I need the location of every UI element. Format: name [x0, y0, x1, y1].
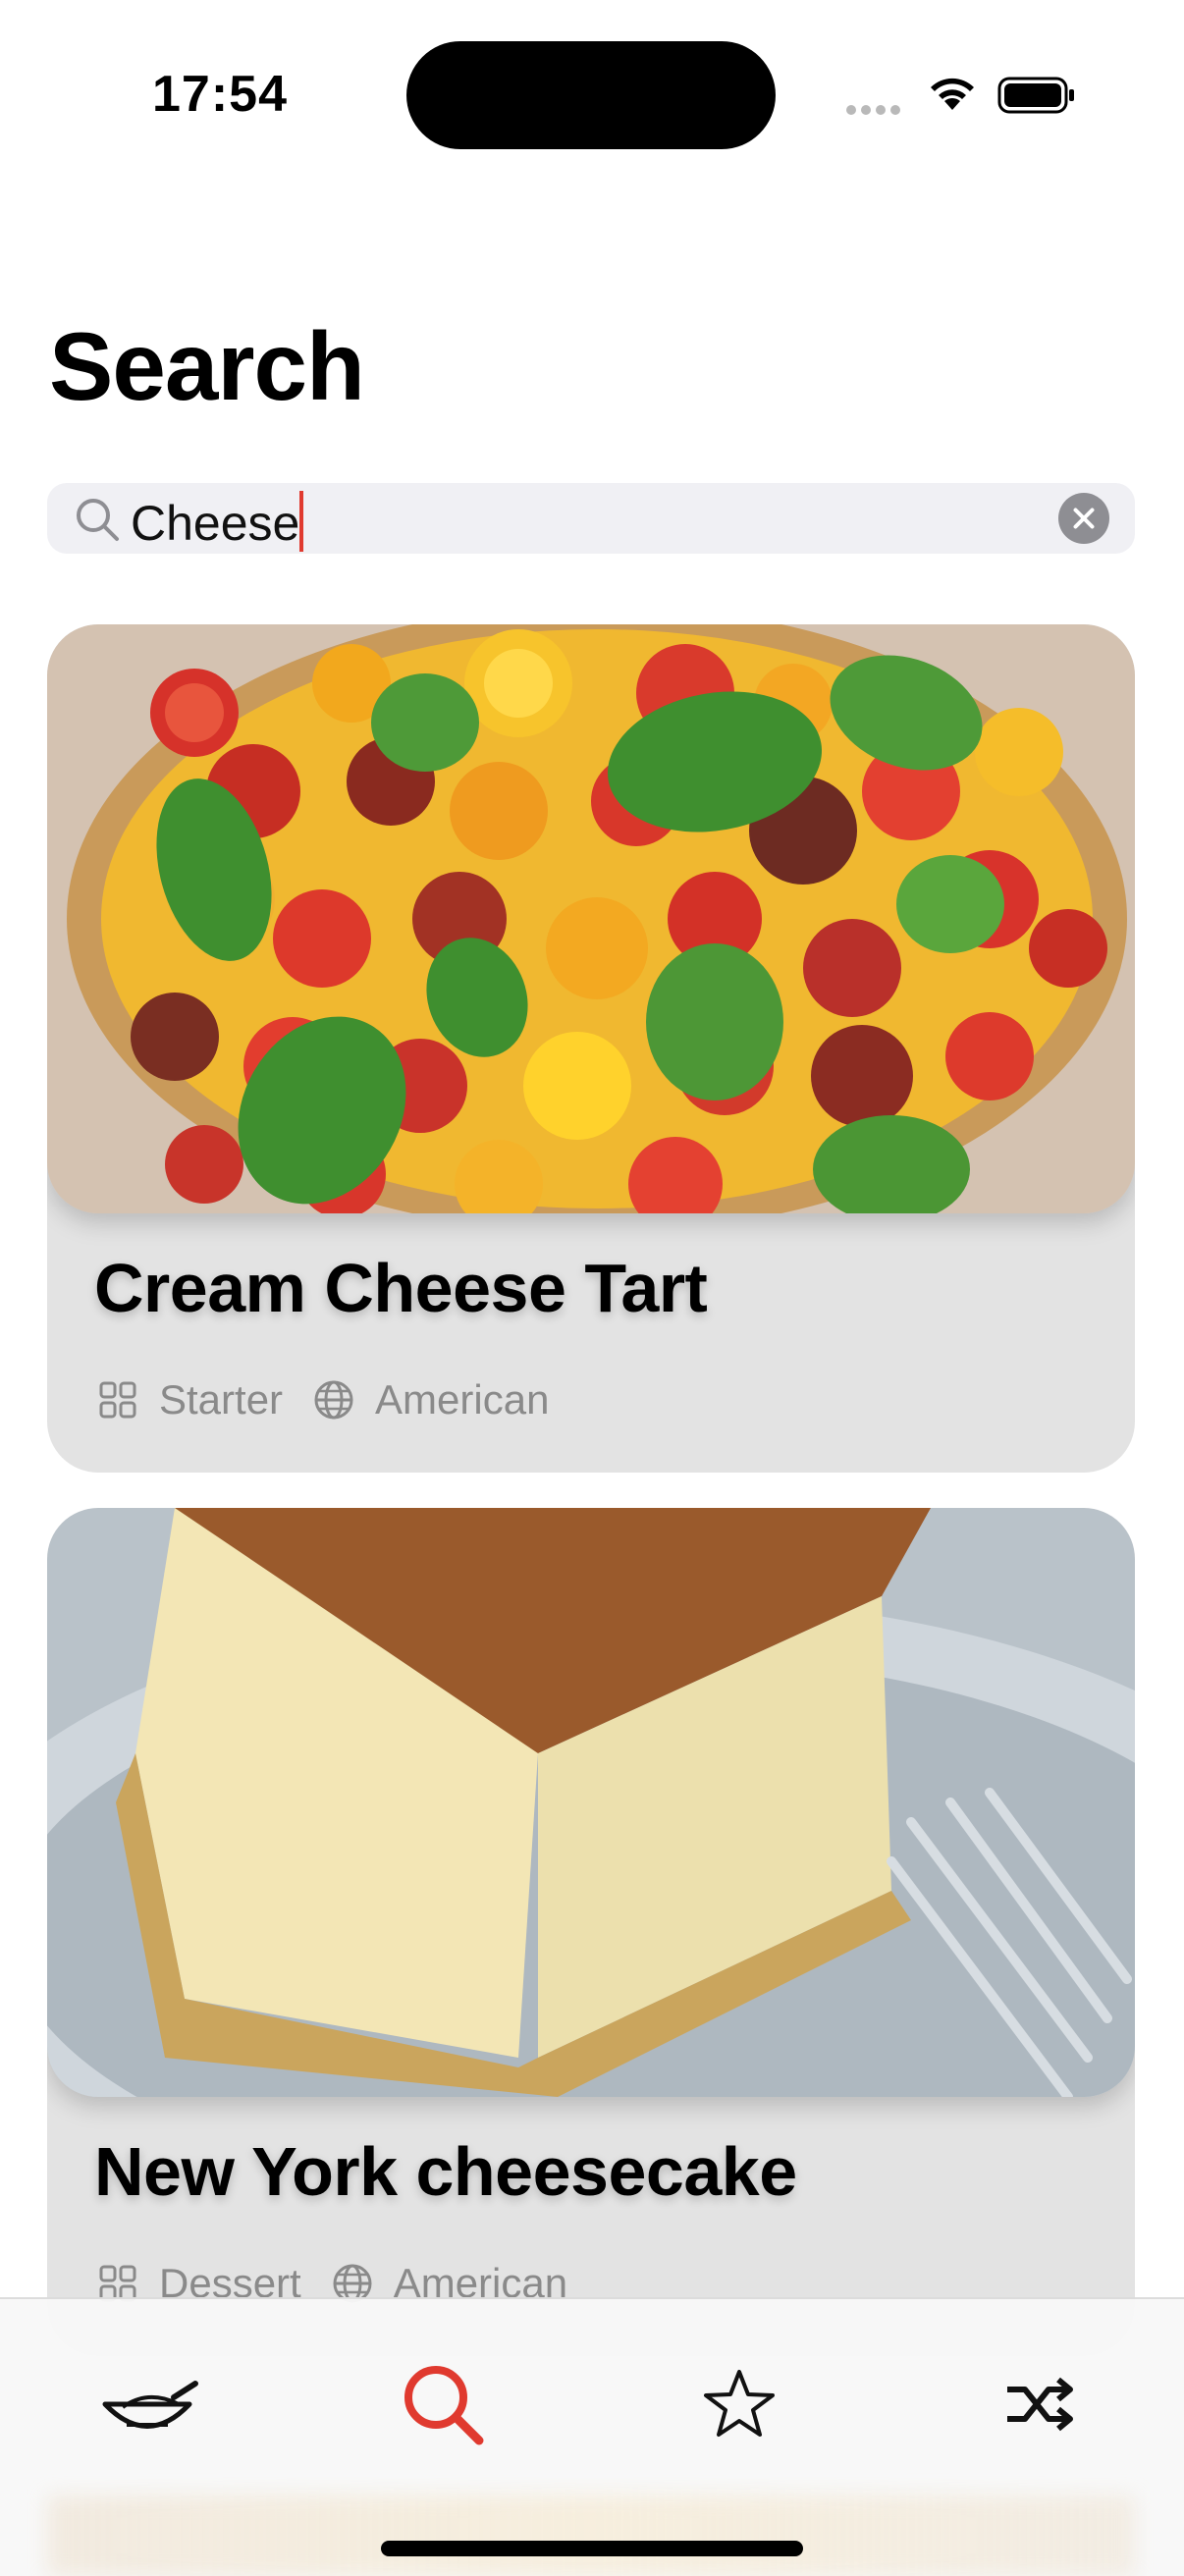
status-bar: 17:54: [0, 0, 1184, 187]
search-input[interactable]: Cheese: [131, 491, 304, 552]
next-result-peek: [47, 2496, 1135, 2576]
grid-icon: [99, 1381, 136, 1419]
cheesecake-slice-image: [47, 1508, 1135, 2097]
recipe-cuisine: American: [375, 1376, 550, 1422]
cellular-signal-icon: [846, 102, 905, 120]
recipe-photo: [47, 624, 1135, 1213]
tomato-basil-tart-image: [47, 624, 1135, 1213]
wifi-icon: [931, 78, 974, 110]
page-title: Search: [49, 312, 365, 420]
recipe-title: New York cheesecake: [94, 2133, 797, 2210]
pot-icon[interactable]: [93, 2350, 201, 2458]
search-field[interactable]: Cheese: [47, 483, 1135, 554]
text-caret: [299, 491, 304, 552]
recipe-course: Starter: [159, 1376, 284, 1422]
search-icon[interactable]: [389, 2350, 497, 2458]
recipe-card[interactable]: New York cheesecake Dessert American: [47, 1508, 1135, 2356]
shuffle-icon[interactable]: [980, 2350, 1088, 2458]
recipe-title: Cream Cheese Tart: [94, 1250, 708, 1326]
globe-icon: [314, 1380, 353, 1420]
tab-bar: [0, 2297, 1184, 2576]
recipe-photo: [47, 1508, 1135, 2097]
search-input-value: Cheese: [131, 496, 300, 551]
recipe-card[interactable]: Cream Cheese Tart Starter American: [47, 624, 1135, 1473]
recipe-meta: Starter American: [96, 1375, 578, 1424]
clear-search-button[interactable]: [1058, 493, 1109, 544]
star-icon[interactable]: [685, 2350, 793, 2458]
status-time: 17:54: [152, 66, 288, 123]
dynamic-island: [406, 41, 776, 149]
magnifier-icon: [77, 499, 119, 541]
home-indicator: [381, 2541, 803, 2556]
battery-icon: [997, 77, 1074, 114]
